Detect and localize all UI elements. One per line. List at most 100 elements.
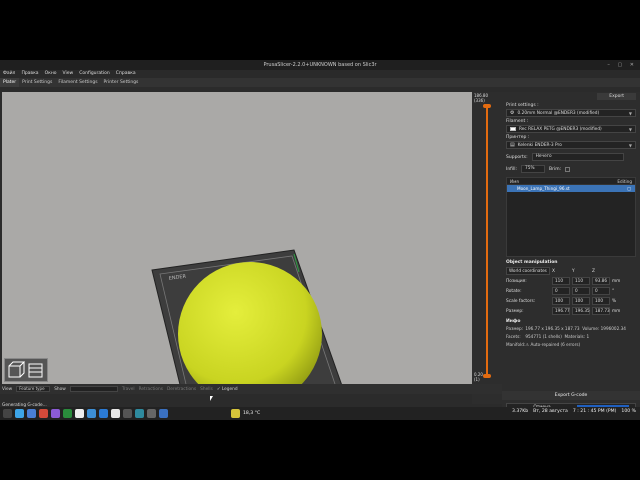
scale-x-field[interactable]: 100 — [552, 297, 570, 305]
taskbar-app-icon[interactable] — [111, 409, 120, 418]
export-gcode-button[interactable]: Export G-code — [502, 391, 640, 400]
shells-toggle[interactable]: Shells — [200, 387, 213, 392]
info-size: Размер: 196.77 x 196.35 x 187.73 Volume:… — [506, 326, 626, 331]
taskbar-app-icon[interactable] — [147, 409, 156, 418]
show-combo[interactable] — [69, 386, 118, 392]
rotate-y-field[interactable]: 0 — [572, 287, 590, 295]
window-controls[interactable]: – ▢ ✕ — [607, 60, 637, 70]
battery-indicator[interactable]: 100 % — [621, 409, 636, 414]
taskbar-app-icon[interactable] — [51, 409, 60, 418]
infill-combo[interactable]: 75% — [521, 165, 546, 173]
size-z-field[interactable]: 187.73 — [592, 307, 610, 315]
system-tray: 3.37Kb Вт, 28 августа 7 : 21 : 45 PM (PM… — [512, 409, 636, 414]
app-window: PrusaSlicer-2.2.0+UNKNOWN based on Slic3… — [0, 60, 640, 420]
position-y-field[interactable]: 110 — [572, 277, 590, 285]
menu-file[interactable]: Файл — [3, 70, 15, 78]
taskbar-app-icon[interactable] — [39, 409, 48, 418]
slider-bottom-label: 0.20 (1) — [474, 372, 483, 382]
coordinates-combo[interactable]: World coordinates — [506, 267, 550, 275]
position-z-field[interactable]: 93.86 — [592, 277, 610, 285]
list-header-editing: Editing — [617, 179, 632, 184]
scale-z-field[interactable]: 100 — [592, 297, 610, 305]
scale-unit: % — [612, 298, 617, 304]
object-list[interactable]: Имя Editing Moon_Lamp_Thingi_96.st ▢ — [506, 177, 636, 257]
retractions-toggle[interactable]: Retractions — [139, 387, 163, 392]
tray-clock[interactable]: 7 : 21 : 45 PM (PM) — [573, 409, 617, 414]
warning-icon: ⚠ — [525, 342, 530, 347]
taskbar-app-icon[interactable] — [87, 409, 96, 418]
position-unit: mm — [612, 278, 621, 284]
view-label: View — [2, 386, 13, 392]
export-tab[interactable]: Export — [597, 93, 636, 100]
tab-print-settings[interactable]: Print Settings — [19, 78, 55, 87]
taskbar-app-icon[interactable] — [75, 409, 84, 418]
taskbar-app-icon[interactable] — [99, 409, 108, 418]
printer-icon: ▤ — [510, 142, 515, 148]
menu-configuration[interactable]: Configuration — [79, 70, 110, 78]
layer-slider[interactable]: 186.80 (336) 0.20 (1) — [472, 92, 502, 404]
taskbar-app-icon[interactable] — [135, 409, 144, 418]
mouse-cursor-icon — [210, 396, 213, 401]
scene: ENDER — [151, 249, 347, 420]
view-combo[interactable]: Feature type — [16, 386, 51, 392]
list-item[interactable]: Moon_Lamp_Thingi_96.st ▢ — [507, 185, 635, 192]
size-label: Размер: — [506, 308, 524, 314]
info-manifold: Manifold: ⚠ Auto-repaired (6 errors) — [506, 342, 581, 347]
tab-plater[interactable]: Plater — [0, 78, 20, 87]
taskbar-app-icon[interactable] — [27, 409, 36, 418]
menu-window[interactable]: Окно — [45, 70, 57, 78]
position-label: Позиция: — [506, 278, 527, 284]
tab-printer-settings[interactable]: Printer Settings — [101, 78, 142, 87]
taskbar-app-icon[interactable] — [15, 409, 24, 418]
rotate-label: Rotate: — [506, 288, 522, 294]
slider-top-label: 186.80 (336) — [474, 93, 488, 103]
axis-x-label: X — [552, 268, 555, 274]
menu-view[interactable]: View — [63, 70, 74, 78]
legend-toggle[interactable]: ✓ Legend — [217, 387, 238, 392]
chevron-down-icon: ▼ — [628, 111, 632, 116]
size-y-field[interactable]: 196.35 — [572, 307, 590, 315]
object-manipulation-title: Object manipulation — [506, 260, 558, 265]
infill-label: Infill: — [506, 166, 518, 172]
edit-icon[interactable]: ▢ — [627, 185, 631, 192]
taskbar-app-icon[interactable] — [123, 409, 132, 418]
3d-viewport[interactable]: ENDER — [2, 92, 472, 420]
tab-filament-settings[interactable]: Filament Settings — [55, 78, 100, 87]
scale-y-field[interactable]: 100 — [572, 297, 590, 305]
rotate-z-field[interactable]: 0 — [592, 287, 610, 295]
slider-track — [486, 104, 488, 374]
filament-label: Filament : — [506, 119, 529, 124]
window-title: PrusaSlicer-2.2.0+UNKNOWN based on Slic3… — [263, 62, 377, 68]
chevron-down-icon: ▼ — [628, 143, 632, 148]
weather-text: 18,3 °C — [243, 411, 261, 416]
print-settings-combo[interactable]: ⚙ 0.20mm Normal @ENDER3 (modified) ▼ — [506, 109, 636, 117]
info-title: Инфо — [506, 319, 521, 324]
list-header-name: Имя — [510, 179, 519, 184]
taskbar-app-icon[interactable] — [63, 409, 72, 418]
menu-edit[interactable]: Правка — [21, 70, 38, 78]
taskbar-app-icon[interactable] — [159, 409, 168, 418]
travel-toggle[interactable]: Travel — [122, 387, 135, 392]
scale-label: Scale factors: — [506, 298, 536, 304]
filament-combo[interactable]: Rec RELAX PETG @ENDER3 (modified) ▼ — [506, 125, 636, 133]
tray-date: Вт, 28 августа — [533, 409, 568, 414]
size-x-field[interactable]: 196.77 — [552, 307, 570, 315]
chevron-down-icon: ▼ — [628, 127, 632, 132]
supports-combo[interactable]: Нечего — [531, 153, 624, 161]
slider-top-thumb[interactable] — [483, 104, 491, 108]
taskbar: 18,3 °C 3.37Kb Вт, 28 августа 7 : 21 : 4… — [0, 407, 640, 420]
object-manipulation-grid: World coordinates X Y Z Позиция: 110 110… — [502, 266, 640, 316]
brim-checkbox[interactable] — [565, 166, 571, 172]
printer-combo[interactable]: ▤ Kelenki ENDER-3 Pro ▼ — [506, 141, 636, 149]
rotate-unit: ° — [612, 288, 615, 294]
preview-toolbar: View Feature type Show Travel Retraction… — [0, 384, 502, 394]
deretractions-toggle[interactable]: Deretractions — [167, 387, 196, 392]
brim-label: Brim: — [549, 166, 562, 172]
slider-bottom-thumb[interactable] — [483, 374, 491, 378]
menu-bar: Файл Правка Окно View Configuration Спра… — [0, 70, 640, 78]
menu-help[interactable]: Справка — [116, 70, 136, 78]
view-cube-icon[interactable] — [4, 358, 48, 382]
rotate-x-field[interactable]: 0 — [552, 287, 570, 295]
position-x-field[interactable]: 110 — [552, 277, 570, 285]
app-menu-icon[interactable] — [3, 409, 12, 418]
